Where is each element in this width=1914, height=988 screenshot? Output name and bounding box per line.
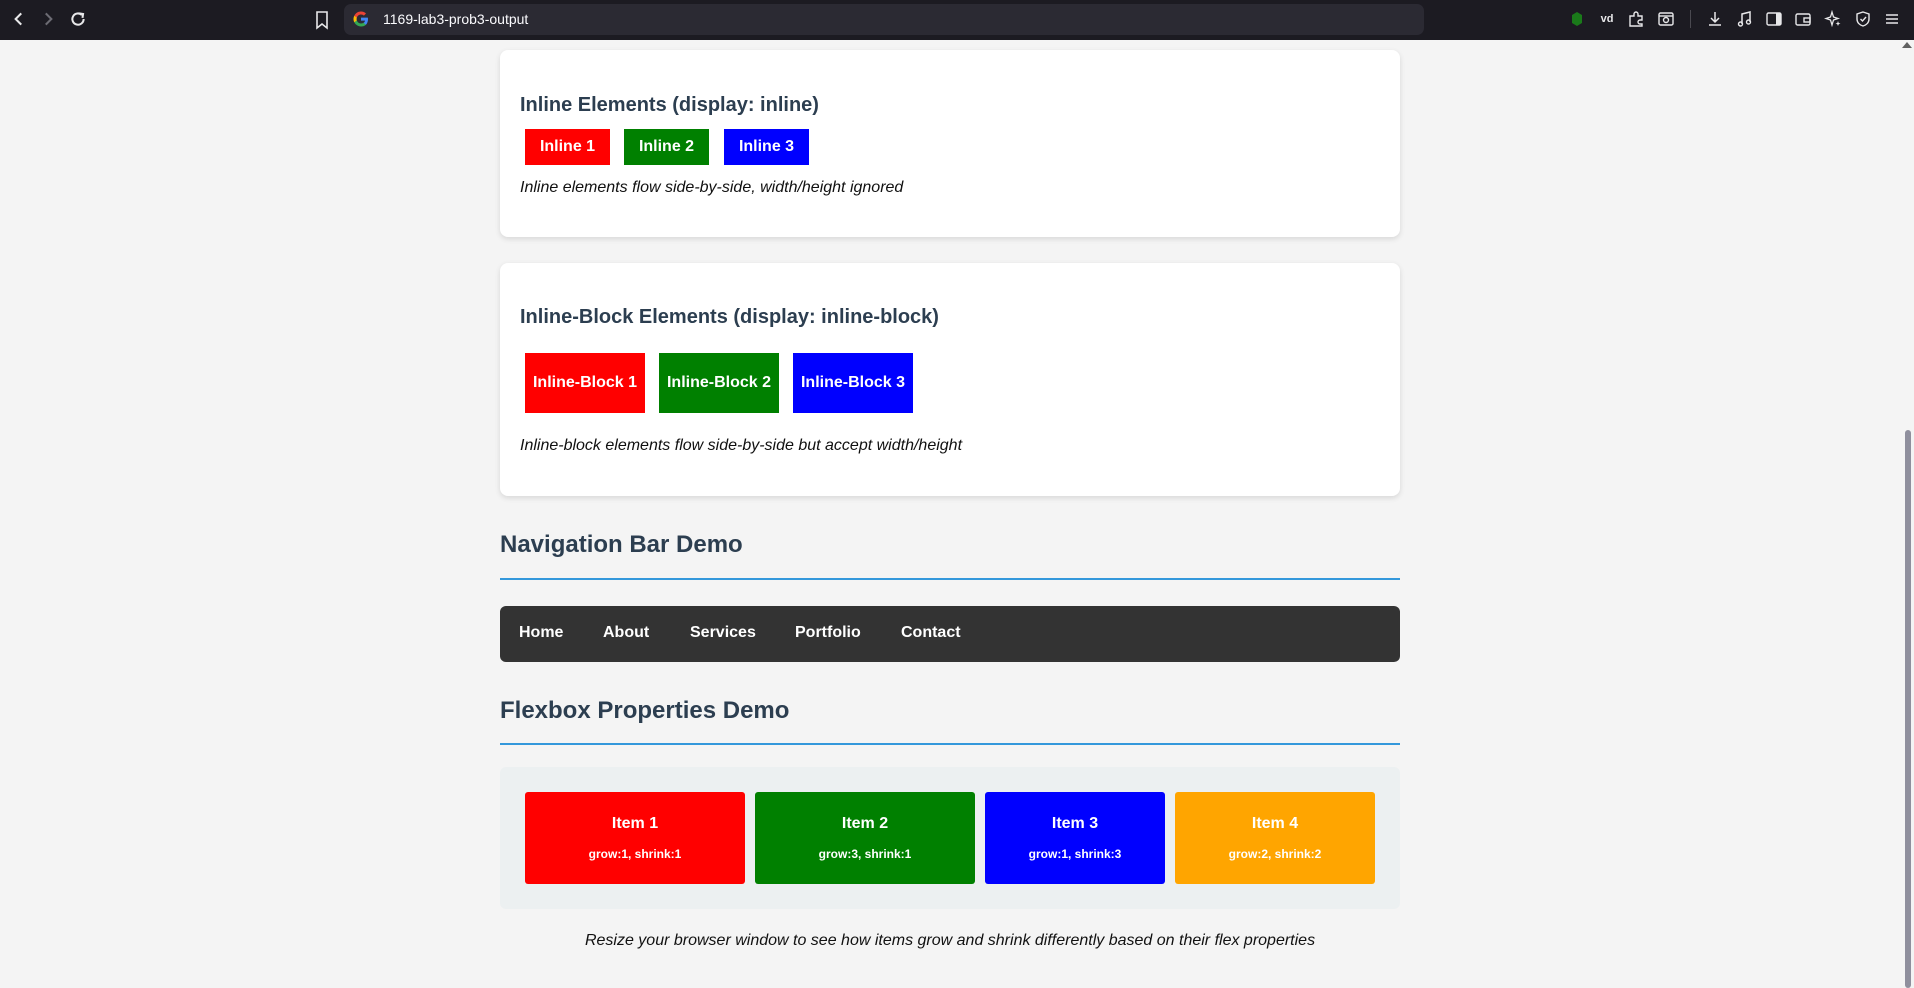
shield-icon[interactable]	[1852, 8, 1874, 30]
nav-link-services[interactable]: Services	[690, 624, 756, 642]
bookmark-icon[interactable]	[312, 9, 332, 31]
flex-demo-divider	[500, 743, 1400, 745]
puzzle-icon[interactable]	[1625, 8, 1647, 30]
reload-icon[interactable]	[66, 7, 90, 31]
sidebar-icon[interactable]	[1763, 8, 1785, 30]
flex-demo-heading: Flexbox Properties Demo	[500, 697, 790, 724]
ai-icon[interactable]	[1822, 8, 1844, 30]
nav-demo-heading: Navigation Bar Demo	[500, 531, 743, 558]
flex-demo-footnote: Resize your browser window to see how it…	[584, 932, 1316, 949]
inline-heading: Inline Elements (display: inline)	[520, 94, 819, 116]
wallet-icon[interactable]	[1792, 8, 1814, 30]
flex-item-3: Item 3 grow:1, shrink:3	[985, 792, 1165, 884]
demo-navbar: Home About Services Portfolio Contact	[500, 606, 1400, 662]
flex-item-title: Item 1	[611, 815, 659, 832]
menu-icon[interactable]	[1881, 8, 1903, 30]
inline-block-box-3: Inline-Block 3	[793, 353, 913, 413]
google-icon	[352, 10, 370, 28]
flex-item-props: grow:2, shrink:2	[1228, 847, 1322, 861]
toolbar-separator	[1690, 10, 1691, 28]
inline-box-3: Inline 3	[724, 129, 809, 165]
music-icon[interactable]	[1734, 8, 1756, 30]
extension-icon[interactable]	[1566, 8, 1588, 30]
inline-block-box-2: Inline-Block 2	[659, 353, 779, 413]
browser-toolbar: 1169-lab3-prob3-output vd	[0, 0, 1914, 40]
forward-icon[interactable]	[36, 7, 60, 31]
flex-item-props: grow:1, shrink:1	[588, 847, 682, 861]
flex-item-1: Item 1 grow:1, shrink:1	[525, 792, 745, 884]
inline-block-box-1: Inline-Block 1	[525, 353, 645, 413]
flex-item-props: grow:1, shrink:3	[1028, 847, 1122, 861]
vd-icon[interactable]: vd	[1596, 8, 1618, 30]
inline-card: Inline Elements (display: inline) Inline…	[500, 50, 1400, 237]
inline-block-card: Inline-Block Elements (display: inline-b…	[500, 263, 1400, 496]
inline-note: Inline elements flow side-by-side, width…	[520, 179, 904, 196]
flex-item-title: Item 2	[841, 815, 889, 832]
screenshot-icon[interactable]	[1655, 8, 1677, 30]
inline-block-note: Inline-block elements flow side-by-side …	[520, 437, 963, 454]
inline-box-2: Inline 2	[624, 129, 709, 165]
nav-link-about[interactable]: About	[603, 624, 649, 642]
back-icon[interactable]	[7, 7, 31, 31]
nav-link-portfolio[interactable]: Portfolio	[795, 624, 861, 642]
nav-link-home[interactable]: Home	[519, 624, 563, 642]
flex-item-props: grow:3, shrink:1	[818, 847, 912, 861]
inline-box-1: Inline 1	[525, 129, 610, 165]
scrollbar-thumb[interactable]	[1905, 430, 1911, 988]
url-text[interactable]: 1169-lab3-prob3-output	[383, 11, 528, 27]
flex-item-title: Item 4	[1251, 815, 1299, 832]
flex-item-2: Item 2 grow:3, shrink:1	[755, 792, 975, 884]
flex-container: Item 1 grow:1, shrink:1 Item 2 grow:3, s…	[500, 767, 1400, 909]
flex-item-title: Item 3	[1051, 815, 1099, 832]
flex-item-4: Item 4 grow:2, shrink:2	[1175, 792, 1375, 884]
download-icon[interactable]	[1704, 8, 1726, 30]
nav-link-contact[interactable]: Contact	[901, 624, 961, 642]
inline-block-heading: Inline-Block Elements (display: inline-b…	[520, 306, 939, 328]
nav-demo-divider	[500, 578, 1400, 580]
scroll-up-arrow-icon[interactable]	[1902, 42, 1912, 48]
